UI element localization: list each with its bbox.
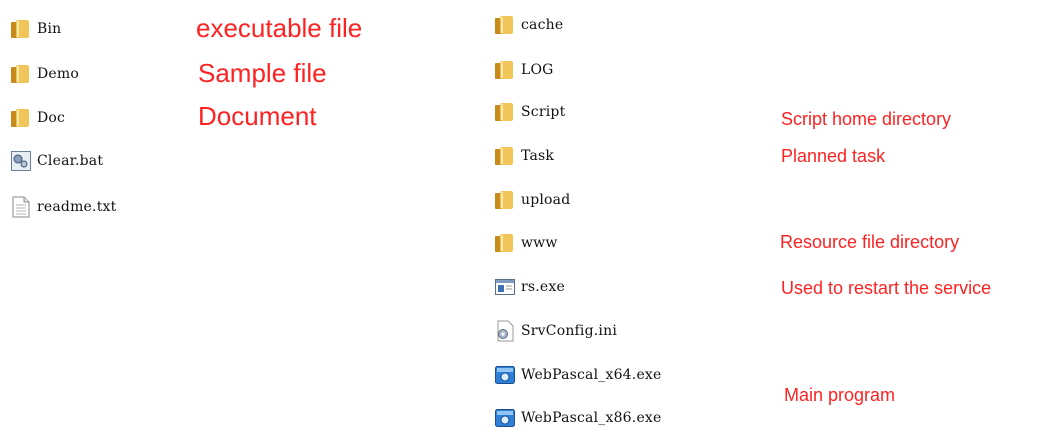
batch-file-icon [10, 150, 32, 172]
file-name: Clear.bat [37, 153, 104, 169]
file-name: WebPascal_x86.exe [521, 410, 662, 426]
file-item-webpascal-x86[interactable]: WebPascal_x86.exe [494, 405, 662, 431]
annotation-webpascal: Main program [784, 385, 896, 405]
file-item-doc[interactable]: Doc [10, 105, 65, 131]
folder-icon [494, 189, 516, 211]
file-name: Doc [37, 110, 66, 126]
config-file-icon [494, 320, 516, 342]
folder-icon [494, 145, 516, 167]
app-exe-icon [494, 407, 516, 429]
annotation-doc: Document [198, 101, 317, 131]
folder-icon [494, 59, 516, 81]
folder-icon [494, 14, 516, 36]
file-name: SrvConfig.ini [521, 323, 617, 339]
file-name: rs.exe [521, 279, 565, 295]
file-name: Task [521, 148, 555, 164]
folder-icon [10, 63, 32, 85]
folder-icon [494, 101, 516, 123]
file-item-readme-txt[interactable]: readme.txt [10, 194, 116, 220]
annotation-rs: Used to restart the service [781, 278, 992, 298]
file-item-task[interactable]: Task [494, 143, 554, 169]
file-item-srvconfig-ini[interactable]: SrvConfig.ini [494, 318, 617, 344]
folder-icon [10, 18, 32, 40]
annotation-bin: executable file [196, 13, 363, 43]
file-name: Script [521, 104, 566, 120]
text-file-icon [10, 196, 32, 218]
file-item-demo[interactable]: Demo [10, 61, 79, 87]
folder-icon [494, 232, 516, 254]
file-name: Bin [37, 21, 62, 37]
annotation-www: Resource file directory [780, 232, 960, 252]
file-name: www [521, 235, 558, 251]
file-name: WebPascal_x64.exe [521, 367, 662, 383]
file-item-webpascal-x64[interactable]: WebPascal_x64.exe [494, 362, 662, 388]
file-name: LOG [521, 62, 554, 78]
annotation-task: Planned task [781, 146, 886, 166]
annotation-demo: Sample file [198, 58, 327, 88]
folder-icon [10, 107, 32, 129]
file-name: readme.txt [37, 199, 117, 215]
annotation-script: Script home directory [781, 109, 952, 129]
file-item-upload[interactable]: upload [494, 187, 570, 213]
file-name: cache [521, 17, 564, 33]
file-item-log[interactable]: LOG [494, 57, 554, 83]
file-name: Demo [37, 66, 80, 82]
file-item-bin[interactable]: Bin [10, 16, 61, 42]
file-item-www[interactable]: www [494, 230, 558, 256]
file-name: upload [521, 192, 571, 208]
file-item-script[interactable]: Script [494, 99, 565, 125]
file-item-clear-bat[interactable]: Clear.bat [10, 148, 103, 174]
app-exe-icon [494, 364, 516, 386]
file-item-rs-exe[interactable]: rs.exe [494, 274, 565, 300]
file-item-cache[interactable]: cache [494, 12, 563, 38]
exe-window-icon [494, 276, 516, 298]
